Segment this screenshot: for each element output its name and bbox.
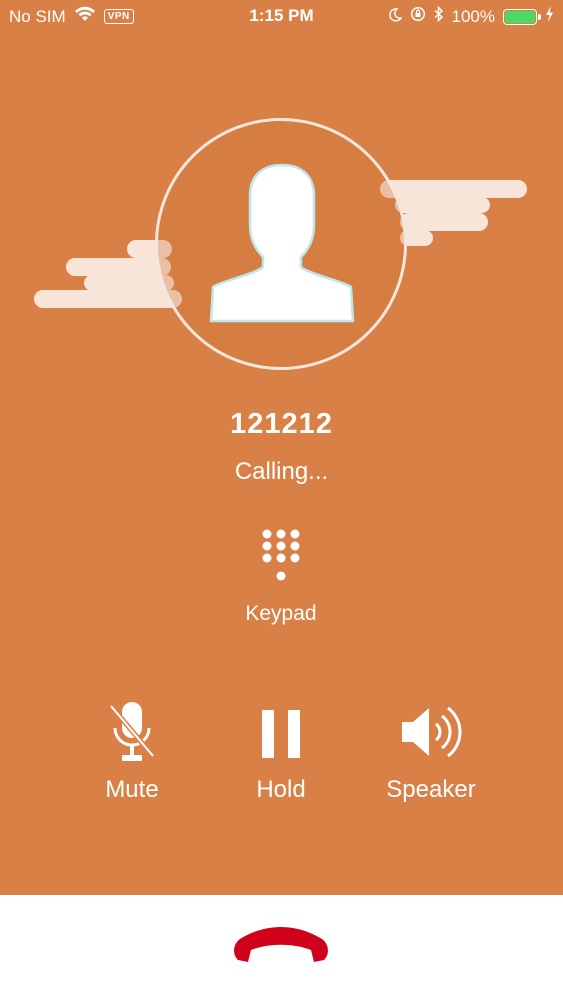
battery-level: [505, 10, 535, 23]
cloud-stripe: [34, 290, 182, 308]
battery-nub: [538, 13, 541, 20]
bluetooth-icon: [434, 5, 444, 27]
call-status: Calling...: [234, 458, 329, 485]
battery-percent: 100%: [451, 6, 495, 26]
speaker-button[interactable]: Speaker: [371, 700, 491, 815]
person-icon: [209, 163, 355, 323]
hold-label: Hold: [256, 776, 306, 803]
charging-bolt-icon: [545, 6, 554, 27]
mic-off-icon: [109, 702, 155, 761]
end-call-button[interactable]: [226, 920, 336, 975]
call-screen: No SIM VPN 1:15 PM 100% 121212 Calling..…: [0, 0, 563, 895]
status-right: 100%: [388, 5, 554, 27]
speaker-label: Speaker: [386, 776, 476, 803]
dialpad-icon: [262, 529, 300, 581]
mute-button[interactable]: Mute: [72, 700, 192, 815]
moon-icon: [388, 7, 402, 27]
hold-button[interactable]: Hold: [221, 700, 341, 815]
battery-icon: [503, 8, 541, 25]
pause-icon: [262, 710, 300, 758]
phone-hangup-icon: [234, 927, 328, 962]
keypad-label: Keypad: [245, 602, 317, 625]
mute-label: Mute: [105, 776, 159, 803]
keypad-button[interactable]: Keypad: [231, 528, 331, 638]
caller-number: 121212: [230, 408, 333, 440]
cloud-stripe: [380, 180, 527, 198]
status-bar: No SIM VPN 1:15 PM 100%: [0, 0, 563, 34]
speaker-icon: [402, 706, 462, 758]
cloud-stripe: [400, 213, 488, 231]
cloud-stripe: [395, 197, 490, 213]
rotation-lock-icon: [410, 6, 426, 27]
